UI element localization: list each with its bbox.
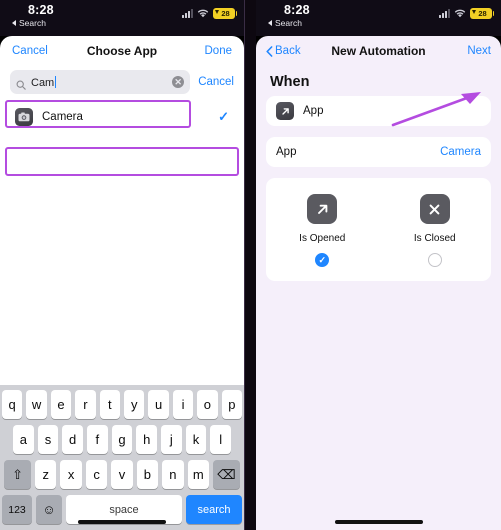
key-e[interactable]: e [50, 390, 72, 419]
battery-level-right: 28 [478, 9, 487, 18]
right-phone-panel: 8:28 Search 28 Back New Automation Next … [256, 0, 501, 530]
trigger-app-card[interactable]: App [266, 96, 491, 126]
search-cancel-button[interactable]: Cancel [198, 76, 234, 88]
choice-is-closed-label: Is Closed [413, 233, 456, 244]
status-back-to-search-right[interactable]: Search [268, 18, 491, 28]
choice-is-opened-label: Is Opened [299, 233, 346, 244]
status-indicators: 28 [182, 8, 237, 19]
choose-app-navbar: Cancel Choose App Done [0, 36, 244, 66]
signal-bars-icon [182, 9, 193, 18]
status-indicators-right: 28 [439, 8, 494, 19]
key-x[interactable]: x [60, 460, 82, 489]
key-y[interactable]: y [124, 390, 145, 419]
radio-is-opened[interactable]: ✓ [315, 253, 330, 267]
numbers-key[interactable]: 123 [2, 495, 32, 524]
app-selection-value[interactable]: Camera [440, 146, 481, 158]
text-cursor [55, 75, 57, 88]
key-v[interactable]: v [111, 460, 133, 489]
battery-low-power-icon-right: 28 [470, 8, 494, 19]
page-title: Choose App [86, 44, 158, 58]
camera-app-icon [15, 108, 33, 126]
key-p[interactable]: p [221, 390, 243, 419]
status-back-to-search[interactable]: Search [12, 18, 234, 28]
app-selection-label: App [276, 146, 297, 158]
choice-is-opened[interactable]: Is Opened ✓ [266, 194, 379, 267]
keyboard-row-1: q w e r t y u i o p [1, 390, 243, 419]
key-h[interactable]: h [136, 425, 158, 454]
key-n[interactable]: n [162, 460, 184, 489]
key-q[interactable]: q [1, 390, 23, 419]
arrow-up-right-icon [307, 194, 338, 224]
key-a[interactable]: a [12, 425, 34, 454]
left-phone-panel: 8:28 Search 28 Cancel Choose App Done Ca… [0, 0, 245, 530]
backspace-key[interactable]: ⌫ [212, 460, 240, 489]
key-r[interactable]: r [75, 390, 96, 419]
search-input[interactable]: Cam ✕ [10, 70, 191, 94]
close-x-icon [419, 194, 450, 224]
back-triangle-icon-right [268, 20, 272, 26]
radio-is-closed[interactable] [427, 253, 442, 267]
camera-result-highlight [5, 147, 239, 176]
screenshot-stage: 8:28 Search 28 Cancel Choose App Done Ca… [0, 0, 501, 530]
key-m[interactable]: m [187, 460, 209, 489]
search-return-key[interactable]: search [186, 495, 242, 524]
key-g[interactable]: g [111, 425, 133, 454]
when-section-heading: When [270, 74, 310, 90]
new-automation-screen: Back New Automation Next When App App Ca… [256, 36, 501, 530]
key-s[interactable]: s [37, 425, 59, 454]
status-bar-right: 8:28 Search 28 [256, 0, 501, 36]
choose-app-screen: Cancel Choose App Done Cam ✕ Cancel Came… [0, 36, 244, 530]
keyboard-row-2: a s d f g h j k l [2, 425, 242, 454]
clear-search-button[interactable]: ✕ [172, 76, 185, 88]
emoji-key[interactable]: ☺ [36, 495, 62, 524]
key-c[interactable]: c [85, 460, 108, 489]
key-d[interactable]: d [62, 425, 83, 454]
key-t[interactable]: t [99, 390, 120, 419]
key-l[interactable]: l [210, 425, 232, 454]
wifi-icon [197, 9, 209, 18]
key-f[interactable]: f [87, 425, 108, 454]
list-item[interactable]: Camera ✓ [8, 103, 236, 131]
battery-low-power-icon: 28 [213, 8, 237, 19]
status-bar-left: 8:28 Search 28 [0, 0, 244, 36]
search-value: Cam [31, 75, 57, 89]
on-screen-keyboard[interactable]: q w e r t y u i o p a s d f g h j k l ⇧ … [0, 385, 244, 530]
key-o[interactable]: o [197, 390, 218, 419]
battery-level: 28 [221, 9, 230, 18]
key-j[interactable]: j [161, 425, 182, 454]
key-w[interactable]: w [26, 390, 47, 419]
trigger-condition-card: Is Opened ✓ Is Closed [266, 178, 491, 281]
key-u[interactable]: u [148, 390, 169, 419]
app-arrow-icon [276, 102, 294, 120]
shift-key[interactable]: ⇧ [4, 460, 32, 489]
choice-is-closed[interactable]: Is Closed [379, 194, 492, 267]
home-indicator-right [334, 520, 423, 524]
home-indicator-left [78, 520, 166, 524]
key-k[interactable]: k [185, 425, 207, 454]
page-title-right: New Automation [331, 44, 426, 58]
status-back-label: Search [19, 18, 46, 28]
app-selection-row[interactable]: App Camera [266, 137, 491, 167]
trigger-app-label: App [303, 105, 324, 117]
search-row: Cam ✕ Cancel [0, 66, 244, 94]
selected-check-icon: ✓ [218, 109, 229, 124]
panel-divider [245, 0, 256, 530]
keyboard-row-3: ⇧ z x c v b n m ⌫ [2, 460, 242, 489]
key-i[interactable]: i [172, 390, 194, 419]
wifi-icon-right [454, 9, 466, 18]
automation-navbar: Back New Automation Next [256, 36, 501, 66]
search-icon [16, 77, 26, 90]
signal-bars-icon-right [439, 9, 450, 18]
key-b[interactable]: b [136, 460, 159, 489]
list-item-label: Camera [42, 111, 83, 123]
key-z[interactable]: z [35, 460, 57, 489]
status-back-label-right: Search [275, 18, 302, 28]
back-triangle-icon [12, 20, 16, 26]
